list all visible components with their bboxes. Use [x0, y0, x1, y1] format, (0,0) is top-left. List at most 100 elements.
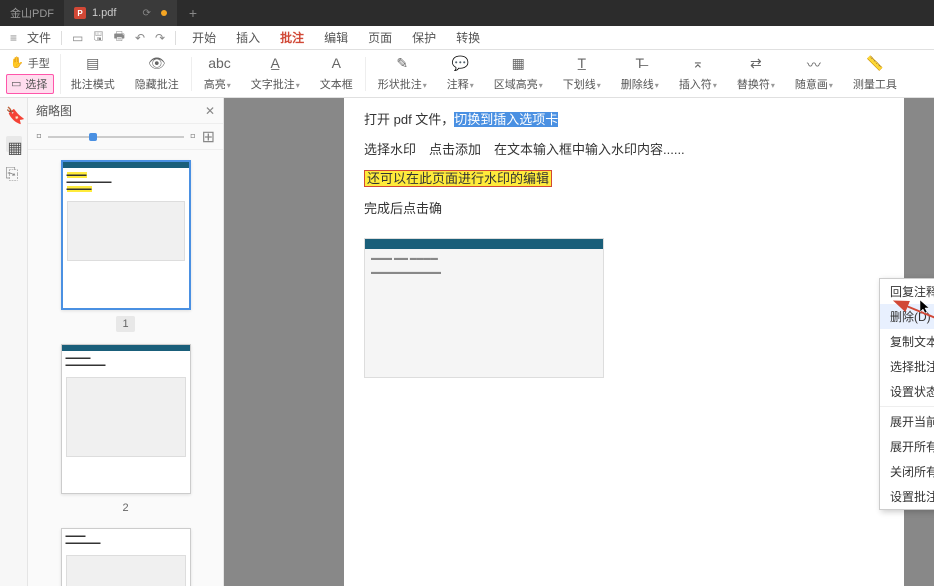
- thumbnail-item[interactable]: ▬▬▬▬▬▬▬▬▬▬▬▬▬▬▬▬▬▬ 1: [28, 160, 223, 332]
- thumbnail-title: 缩略图: [36, 102, 72, 119]
- context-menu[interactable]: 回复注释(R)删除(D)复制文本(C)Ctrl+C选择批注文本(T)设置状态(S…: [879, 278, 934, 510]
- tab-title: 1.pdf: [92, 7, 116, 19]
- doc-text-line: 完成后点击确: [364, 199, 442, 219]
- menu-tab[interactable]: 插入: [226, 31, 270, 45]
- menu-tab[interactable]: 页面: [358, 31, 402, 45]
- context-menu-item[interactable]: 删除(D): [880, 304, 934, 329]
- thumbnail-panel: 缩略图 ✕ ▫ ▫ ⊞ ▬▬▬▬▬▬▬▬▬▬▬▬▬▬▬▬▬▬ 1: [28, 98, 224, 586]
- document-tab[interactable]: P 1.pdf ⟳: [64, 0, 177, 26]
- separator: [61, 31, 62, 45]
- context-menu-item[interactable]: 设置批注框属性: [880, 484, 934, 509]
- attachment-icon[interactable]: ⎘: [6, 166, 22, 182]
- strikethrough-icon: T̶: [631, 55, 649, 73]
- menu-tab[interactable]: 保护: [402, 31, 446, 45]
- menu-tab[interactable]: 开始: [182, 31, 226, 45]
- context-menu-item[interactable]: 回复注释(R): [880, 279, 934, 304]
- cursor-icon: ▭: [11, 77, 21, 90]
- thumbnail-number: 2: [116, 500, 134, 516]
- thumbnail-page[interactable]: ▬▬▬▬▬▬▬▬▬▬▬▬▬▬▬▬▬▬: [61, 160, 191, 310]
- annotation-mode-icon: ▤: [84, 55, 102, 73]
- print-icon[interactable]: 🖶: [110, 27, 129, 48]
- underline-icon: T̲: [573, 55, 591, 73]
- replace-button[interactable]: ⇄替换符▾: [727, 50, 785, 98]
- context-menu-item[interactable]: 展开所有注释: [880, 434, 934, 459]
- main-content: 🔖 ▦ ⎘ 缩略图 ✕ ▫ ▫ ⊞ ▬▬▬▬▬▬▬▬▬▬▬▬▬▬▬▬▬▬ 1: [0, 98, 934, 586]
- zoom-slider[interactable]: [48, 136, 184, 138]
- open-icon[interactable]: ▭: [68, 31, 87, 45]
- redo-icon[interactable]: ↷: [151, 31, 169, 45]
- tab-close-icon[interactable]: ⟳: [142, 8, 150, 19]
- tab-indicator-icon: [161, 10, 167, 16]
- close-panel-icon[interactable]: ✕: [205, 104, 215, 118]
- thumbnail-page[interactable]: ▬▬▬▬▬▬▬▬▬▬▬▬▬: [61, 344, 191, 494]
- thumbnail-item[interactable]: ▬▬▬▬▬▬▬▬▬▬▬: [28, 528, 223, 586]
- select-tool[interactable]: ▭ 选择: [6, 74, 54, 94]
- thumbnail-tools: ▫ ▫ ⊞: [28, 124, 223, 150]
- context-menu-item[interactable]: 选择批注文本(T): [880, 354, 934, 379]
- left-rail: 🔖 ▦ ⎘: [0, 98, 28, 586]
- shape-annotation-button[interactable]: ✎形状批注▾: [368, 50, 437, 98]
- hand-icon: ✋: [10, 56, 24, 69]
- cursor-mode-group: ✋ 手型 ▭ 选择: [6, 54, 61, 94]
- context-menu-item[interactable]: 关闭所有注释: [880, 459, 934, 484]
- grid-icon[interactable]: ⊞: [202, 127, 215, 147]
- shape-annotation-icon: ✎: [393, 55, 411, 73]
- separator: [191, 57, 192, 91]
- hand-tool[interactable]: ✋ 手型: [6, 54, 54, 72]
- separator: [880, 406, 934, 407]
- toolbar: ✋ 手型 ▭ 选择 ▤批注模式👁隐藏批注abc高亮▾A̲文字批注▾A文本框✎形状…: [0, 50, 934, 98]
- context-menu-item[interactable]: 复制文本(C)Ctrl+C: [880, 329, 934, 354]
- text-annotation-button[interactable]: A̲文字批注▾: [241, 50, 310, 98]
- menubar: ≡ 文件 ▭ 🖫 🖶 ↶ ↷ 开始插入批注编辑页面保护转换: [0, 26, 934, 50]
- caret-button[interactable]: ⌅插入符▾: [669, 50, 727, 98]
- area-highlight-button[interactable]: ▦区域高亮▾: [484, 50, 553, 98]
- annotation-mode-button[interactable]: ▤批注模式: [61, 50, 125, 98]
- thumbnail-header: 缩略图 ✕: [28, 98, 223, 124]
- titlebar: 金山PDF P 1.pdf ⟳ +: [0, 0, 934, 26]
- separator: [175, 31, 176, 45]
- save-icon[interactable]: 🖫: [89, 27, 107, 48]
- comment-icon: 💬: [451, 55, 469, 73]
- measure-icon: 📏: [866, 55, 884, 73]
- menu-tab[interactable]: 批注: [270, 31, 314, 45]
- thumbnail-item[interactable]: ▬▬▬▬▬▬▬▬▬▬▬▬▬ 2: [28, 344, 223, 516]
- thumbnail-icon[interactable]: ▦: [6, 136, 22, 152]
- textbox-icon: A: [327, 55, 345, 73]
- strikethrough-button[interactable]: T̶删除线▾: [611, 50, 669, 98]
- doc-text-line: 选择水印 点击添加 在文本输入框中输入水印内容......: [364, 140, 884, 160]
- file-menu[interactable]: 文件: [23, 29, 55, 46]
- document-page: 打开 pdf 文件，切换到插入选项卡 选择水印 点击添加 在文本输入框中输入水印…: [344, 98, 904, 586]
- caret-icon: ⌅: [689, 55, 707, 73]
- menu-tab[interactable]: 编辑: [314, 31, 358, 45]
- selected-text: 切换到插入选项卡: [454, 112, 558, 127]
- thumbnail-page[interactable]: ▬▬▬▬▬▬▬▬▬▬▬: [61, 528, 191, 586]
- hide-annotation-button[interactable]: 👁隐藏批注: [125, 50, 189, 98]
- highlight-button[interactable]: abc高亮▾: [194, 50, 241, 98]
- underline-button[interactable]: T̲下划线▾: [553, 50, 611, 98]
- context-menu-item[interactable]: 设置状态(S): [880, 379, 934, 404]
- bookmark-icon[interactable]: 🔖: [6, 106, 22, 122]
- undo-icon[interactable]: ↶: [131, 31, 149, 45]
- freehand-button[interactable]: 〰随意画▾: [785, 50, 843, 98]
- separator: [365, 57, 366, 91]
- document-area[interactable]: 打开 pdf 文件，切换到插入选项卡 选择水印 点击添加 在文本输入框中输入水印…: [224, 98, 934, 586]
- freehand-icon: 〰: [805, 55, 823, 73]
- doc-highlight-line: 还可以在此页面进行水印的编辑: [364, 169, 884, 189]
- tab-add-button[interactable]: +: [177, 5, 209, 21]
- zoom-in-icon[interactable]: ▫: [190, 128, 196, 146]
- highlight-icon: abc: [208, 55, 226, 73]
- pdf-icon: P: [74, 7, 86, 19]
- hamburger-icon[interactable]: ≡: [6, 31, 21, 45]
- text-annotation-icon: A̲: [266, 55, 284, 73]
- thumbnail-list[interactable]: ▬▬▬▬▬▬▬▬▬▬▬▬▬▬▬▬▬▬ 1 ▬▬▬▬▬▬▬▬▬▬▬▬▬ 2 ▬▬▬…: [28, 150, 223, 586]
- zoom-out-icon[interactable]: ▫: [36, 128, 42, 146]
- textbox-button[interactable]: A文本框: [310, 50, 363, 98]
- app-name: 金山PDF: [0, 5, 64, 21]
- menu-tab[interactable]: 转换: [446, 31, 490, 45]
- highlighted-text[interactable]: 还可以在此页面进行水印的编辑: [364, 170, 552, 187]
- doc-text-line: 打开 pdf 文件，切换到插入选项卡: [364, 110, 884, 130]
- comment-button[interactable]: 💬注释▾: [437, 50, 484, 98]
- context-menu-item[interactable]: 展开当前注释: [880, 409, 934, 434]
- measure-button[interactable]: 📏测量工具: [843, 50, 907, 98]
- area-highlight-icon: ▦: [509, 55, 527, 73]
